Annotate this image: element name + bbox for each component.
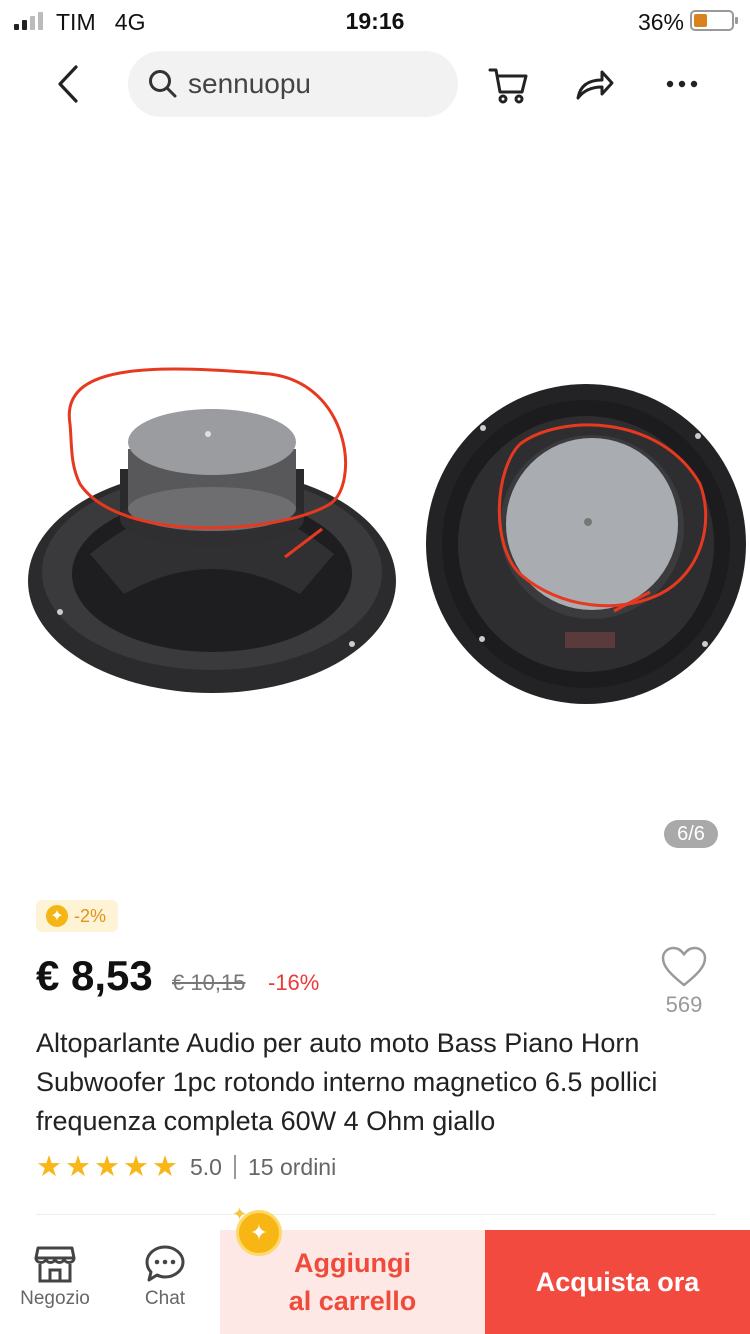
star-icon: ★: [123, 1151, 149, 1183]
chat-tab[interactable]: Chat: [124, 1230, 206, 1334]
divider: [36, 1214, 716, 1215]
rating-separator: [233, 1155, 236, 1179]
search-bar[interactable]: sennuopu: [128, 51, 458, 117]
battery-percent: 36%: [637, 9, 684, 35]
wishlist-count: 569: [665, 992, 703, 1017]
store-icon: [34, 1246, 76, 1283]
share-icon: [576, 70, 614, 100]
store-tab-label: Negozio: [20, 1288, 90, 1309]
coin-discount-text: -2%: [74, 905, 107, 926]
rating-value: 5.0: [190, 1153, 222, 1180]
more-button[interactable]: [658, 60, 706, 108]
orders-count: 15 ordini: [247, 1153, 337, 1180]
wishlist-button[interactable]: 569: [654, 946, 714, 1018]
battery-icon: [690, 10, 738, 31]
store-tab[interactable]: Negozio: [14, 1230, 96, 1334]
gallery-page-indicator: 6/6: [664, 820, 718, 848]
battery-fill: [694, 14, 707, 27]
product-image-gallery[interactable]: 6/6: [0, 124, 750, 874]
chat-tab-label: Chat: [144, 1288, 186, 1309]
bottom-action-bar: Negozio Chat Aggiungi al carrello ✦ ✦ Ac…: [0, 1204, 750, 1334]
chat-icon: [145, 1245, 185, 1282]
product-price: € 8,53: [36, 952, 153, 999]
product-image: [28, 367, 746, 704]
rating-stars: ★ ★ ★ ★ ★: [36, 1152, 178, 1182]
top-nav: sennuopu: [0, 44, 750, 124]
coin-discount-badge[interactable]: ✦ -2%: [36, 900, 119, 932]
star-icon: ★: [94, 1151, 120, 1183]
share-button[interactable]: [570, 60, 618, 108]
original-price: € 10,15: [172, 970, 246, 995]
cart-button[interactable]: [484, 60, 532, 108]
coin-icon: ✦: [236, 1210, 282, 1256]
more-icon: [666, 80, 698, 88]
search-icon: [149, 70, 177, 98]
product-title: Altoparlante Audio per auto moto Bass Pi…: [36, 1028, 658, 1136]
buy-now-button[interactable]: Acquista ora: [485, 1230, 750, 1334]
discount-percent: -16%: [268, 970, 320, 995]
heart-icon: [661, 946, 707, 987]
star-icon: ★: [65, 1151, 91, 1183]
coin-icon: ✦: [46, 905, 68, 927]
search-query: sennuopu: [188, 68, 312, 99]
rating-row[interactable]: ★ ★ ★ ★ ★ 5.0 15 ordini: [36, 1152, 336, 1182]
cart-icon: [488, 68, 528, 104]
back-chevron-icon: [58, 65, 78, 103]
add-to-cart-label: Aggiungi al carrello: [288, 1248, 417, 1316]
star-icon: ★: [152, 1151, 178, 1183]
star-icon: ★: [36, 1151, 62, 1183]
back-button[interactable]: [42, 60, 94, 108]
status-bar: TIM 4G 19:16 36%: [0, 0, 750, 44]
buy-now-label: Acquista ora: [535, 1266, 700, 1297]
